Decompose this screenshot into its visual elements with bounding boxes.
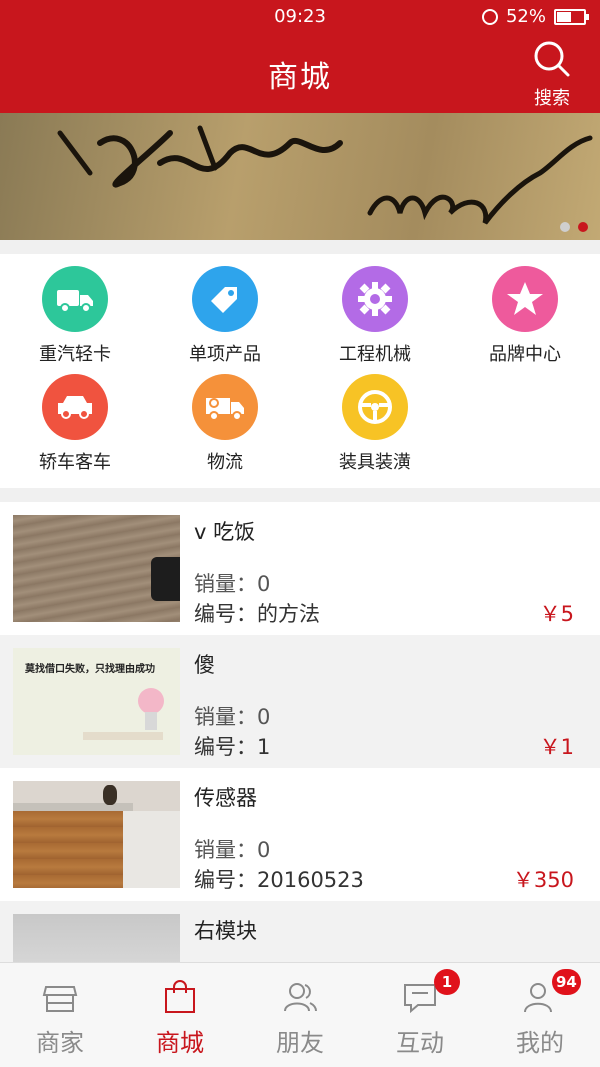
product-name: 右模块	[194, 919, 257, 943]
tab-label: 朋友	[276, 1029, 324, 1057]
tab-label: 互动	[396, 1029, 444, 1057]
delivery-truck-icon	[192, 374, 258, 440]
category-car-bus[interactable]: 轿车客车	[0, 374, 150, 474]
category-label: 物流	[207, 452, 243, 473]
product-image	[13, 515, 180, 622]
category-brand-center[interactable]: 品牌中心	[450, 266, 600, 366]
search-button[interactable]: 搜索	[522, 40, 582, 110]
category-label: 单项产品	[189, 344, 261, 365]
category-label: 品牌中心	[489, 344, 561, 365]
carousel-dot-active[interactable]	[578, 222, 588, 232]
gear-icon	[342, 266, 408, 332]
tab-label: 我的	[516, 1029, 564, 1057]
search-icon	[534, 41, 570, 77]
tab-label: 商城	[156, 1029, 204, 1057]
product-sales: 销量：0	[194, 838, 271, 862]
notification-badge: 94	[552, 969, 581, 995]
product-image	[13, 781, 180, 888]
product-image	[13, 914, 180, 962]
banner-image	[57, 125, 593, 225]
truck-icon	[42, 266, 108, 332]
steering-wheel-icon	[342, 374, 408, 440]
carousel-indicators[interactable]	[560, 222, 588, 232]
category-label: 装具装潢	[339, 452, 411, 473]
product-code: 编号：20160523	[194, 868, 364, 892]
category-label: 工程机械	[339, 344, 411, 365]
product-sales: 销量：0	[194, 705, 271, 729]
tab-merchants[interactable]: 商家	[0, 963, 120, 1067]
alarm-icon	[481, 8, 498, 25]
product-price: ￥5	[539, 602, 574, 626]
category-logistics[interactable]: 物流	[150, 374, 300, 474]
tag-icon	[192, 266, 258, 332]
product-name: 传感器	[194, 786, 257, 810]
chat-icon	[404, 984, 436, 1014]
image-caption: 莫找借口失败，只找理由成功	[25, 664, 155, 675]
category-single-product[interactable]: 单项产品	[150, 266, 300, 366]
status-indicators: 52%	[481, 6, 589, 27]
product-item[interactable]: v 吃饭 销量：0 编号：的方法 ￥5	[0, 502, 600, 635]
product-list: v 吃饭 销量：0 编号：的方法 ￥5 莫找借口失败，只找理由成功 傻 销量：0…	[0, 502, 600, 962]
bottom-tab-bar: 商家 商城 朋友 1 互动 94 我的	[0, 962, 600, 1067]
product-price: ￥1	[539, 735, 574, 759]
product-price: ￥350	[512, 868, 574, 892]
product-sales: 销量：0	[194, 572, 271, 596]
carousel-dot[interactable]	[560, 222, 570, 232]
star-icon	[492, 266, 558, 332]
header-bar: 09:23 52% 商城 搜索	[0, 0, 600, 113]
battery-percent: 52%	[505, 6, 546, 27]
category-machinery[interactable]: 工程机械	[300, 266, 450, 366]
tab-mall[interactable]: 商城	[120, 963, 240, 1067]
product-item[interactable]: 莫找借口失败，只找理由成功 傻 销量：0 编号：1 ￥1	[0, 635, 600, 768]
tab-label: 商家	[36, 1029, 84, 1057]
category-label: 轿车客车	[39, 452, 111, 473]
car-icon	[42, 374, 108, 440]
product-code: 编号：1	[194, 735, 271, 759]
search-label: 搜索	[534, 88, 570, 109]
category-grid: 重汽轻卡 单项产品 工程机械 品牌中心 轿车客车 物流 装具装潢	[0, 254, 600, 488]
shopping-bag-icon	[165, 980, 195, 1013]
product-image: 莫找借口失败，只找理由成功	[13, 648, 180, 755]
tab-interaction[interactable]: 1 互动	[360, 963, 480, 1067]
battery-icon	[554, 8, 589, 25]
notification-badge: 1	[434, 969, 460, 995]
category-truck[interactable]: 重汽轻卡	[0, 266, 150, 366]
product-name: 傻	[194, 653, 215, 677]
banner-carousel[interactable]	[0, 113, 600, 240]
category-accessories[interactable]: 装具装潢	[300, 374, 450, 474]
product-name: v 吃饭	[194, 520, 256, 544]
tab-profile[interactable]: 94 我的	[480, 963, 600, 1067]
friends-icon	[284, 983, 317, 1012]
product-item[interactable]: 右模块	[0, 901, 600, 962]
page-title: 商城	[268, 60, 332, 95]
store-icon	[42, 986, 78, 1012]
category-label: 重汽轻卡	[39, 344, 111, 365]
product-item[interactable]: 传感器 销量：0 编号：20160523 ￥350	[0, 768, 600, 901]
product-code: 编号：的方法	[194, 602, 320, 626]
tab-friends[interactable]: 朋友	[240, 963, 360, 1067]
